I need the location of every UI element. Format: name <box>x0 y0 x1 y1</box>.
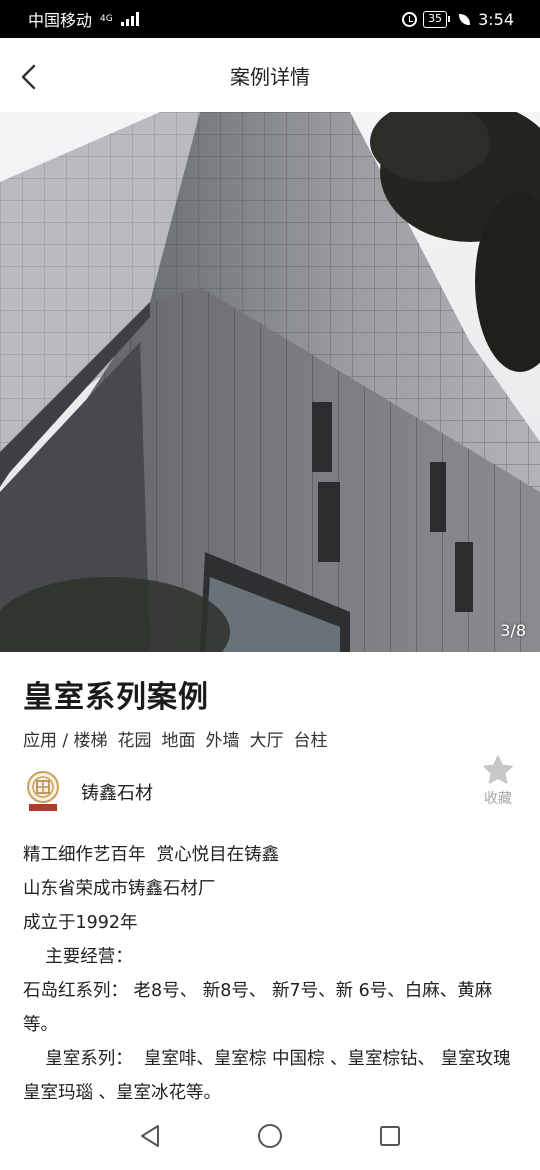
system-back-button[interactable] <box>120 1111 180 1161</box>
network-type: 4G <box>100 13 113 24</box>
signal-icon <box>120 12 139 26</box>
application-tags: 应用 / 楼梯 花园 地面 外墙 大厅 台柱 <box>23 728 518 754</box>
case-title: 皇室系列案例 <box>23 680 209 715</box>
square-recents-icon <box>380 1126 400 1146</box>
status-left: 中国移动 4G <box>28 7 139 31</box>
tag: 地面 <box>161 731 196 751</box>
company-logo-icon <box>23 770 63 814</box>
company-name: 铸鑫石材 <box>81 783 153 804</box>
tag: 应用 / 楼梯 <box>23 731 108 751</box>
triangle-back-icon <box>141 1125 159 1147</box>
favorite-label: 收藏 <box>484 791 512 807</box>
clock: 3:54 <box>478 9 514 29</box>
tag: 台柱 <box>293 731 328 751</box>
status-right: 35 3:54 <box>402 10 514 29</box>
tag: 花园 <box>117 731 152 751</box>
building-photo <box>0 112 540 652</box>
description-line: 山东省荣成市铸鑫石材厂 <box>23 879 216 899</box>
gallery-page-indicator: 3/8 <box>500 621 526 640</box>
chevron-left-icon <box>21 64 36 90</box>
battery-icon: 35 <box>423 10 451 28</box>
description-line: 主要经营： <box>23 947 133 967</box>
power-saving-icon <box>459 13 471 25</box>
case-image-gallery[interactable]: 3/8 <box>0 112 540 652</box>
description-line: 石岛红系列： 老8号、 新8号、 新7号、新 6号、白麻、黄麻等。 <box>23 981 493 1035</box>
favorite-button[interactable]: 收藏 <box>478 754 518 808</box>
case-info: 皇室系列案例 应用 / 楼梯 花园 地面 外墙 大厅 台柱 铸鑫石材 收藏 精工… <box>0 652 540 1102</box>
back-button[interactable] <box>12 60 46 94</box>
status-bar: 中国移动 4G 35 3:54 <box>0 0 540 38</box>
case-description: 精工细作艺百年 赏心悦目在铸鑫 山东省荣成市铸鑫石材厂 成立于1992年 主要经… <box>23 838 518 1102</box>
system-home-button[interactable] <box>240 1111 300 1161</box>
system-navigation-bar <box>0 1102 540 1170</box>
company-row[interactable]: 铸鑫石材 收藏 <box>23 755 518 818</box>
description-line: 皇室系列： 皇室啡、皇室棕 中国棕 、皇室棕钻、 皇室玫瑰 皇室玛瑙 、皇室冰花… <box>23 1049 517 1102</box>
tag: 大厅 <box>249 731 284 751</box>
star-icon <box>483 755 513 784</box>
page-title: 案例详情 <box>230 64 310 89</box>
carrier-name: 中国移动 <box>28 11 93 30</box>
battery-level: 35 <box>428 11 443 25</box>
system-recents-button[interactable] <box>360 1111 420 1161</box>
nav-header: 案例详情 <box>0 38 540 112</box>
tag: 外墙 <box>205 731 240 751</box>
description-line: 精工细作艺百年 赏心悦目在铸鑫 <box>23 845 280 865</box>
circle-home-icon <box>258 1124 282 1148</box>
description-line: 成立于1992年 <box>23 913 138 933</box>
alarm-icon <box>402 11 418 27</box>
